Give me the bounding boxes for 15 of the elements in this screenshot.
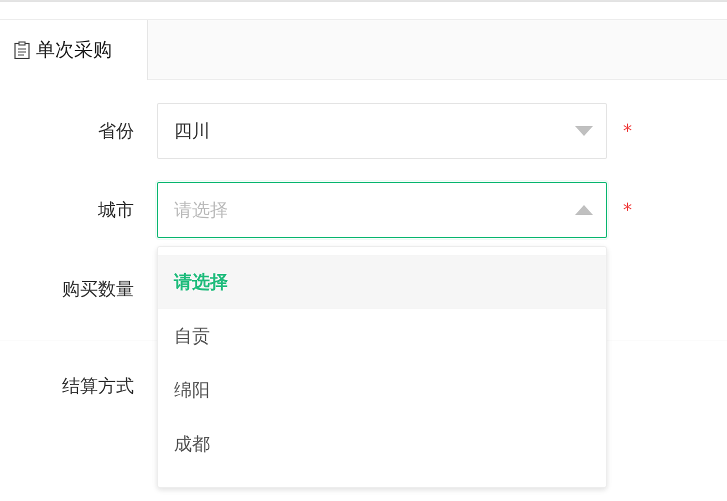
dropdown-option[interactable]: 自贡: [158, 309, 606, 363]
field-label: 省份: [97, 120, 134, 144]
select-field[interactable]: 请选择: [157, 182, 607, 238]
field-label: 城市: [97, 198, 134, 222]
field-label: 购买数量: [61, 278, 134, 302]
caret-down-icon: [575, 126, 593, 136]
field-label: 结算方式: [61, 374, 134, 398]
dropdown-option[interactable]: 绵阳: [158, 363, 606, 417]
select-field[interactable]: 四川: [157, 103, 607, 159]
required-mark: *: [623, 120, 632, 144]
clipboard-icon: [14, 41, 30, 59]
tab[interactable]: 单次采购: [0, 20, 148, 80]
caret-up-icon: [575, 205, 593, 215]
required-mark: *: [623, 198, 632, 222]
dropdown-option[interactable]: 成都: [158, 417, 606, 471]
